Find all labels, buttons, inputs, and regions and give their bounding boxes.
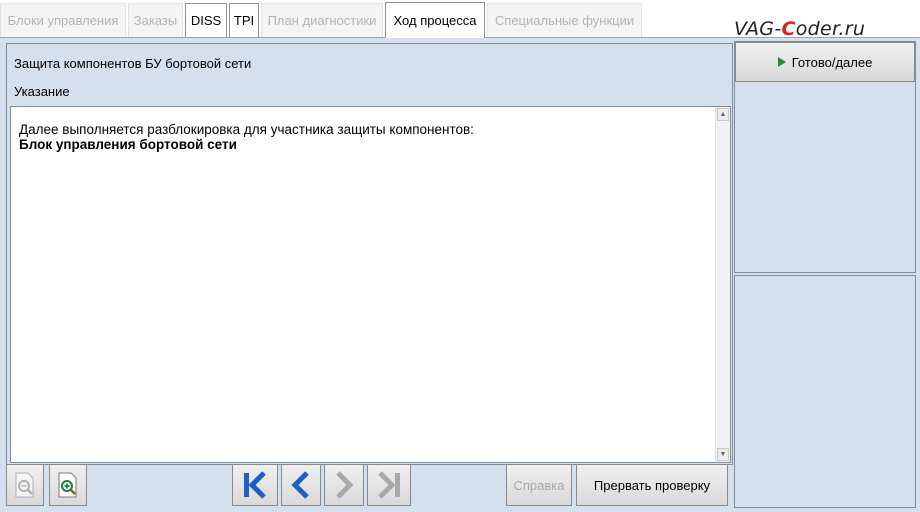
tab-orders[interactable]: Заказы [128,3,183,37]
abort-test-label: Прервать проверку [593,477,711,493]
done-next-label: Готово/далее [791,54,873,70]
zoom-out-button[interactable] [6,464,44,506]
message-text: Далее выполняется разблокировка для учас… [19,122,474,152]
skip-to-last-icon [374,470,404,500]
scroll-down-icon[interactable]: ▼ [717,448,729,461]
chevron-left-icon [288,470,314,500]
abort-test-button[interactable]: Прервать проверку [576,464,728,506]
tab-control-units[interactable]: Блоки управления [0,3,126,37]
tab-special-functions[interactable]: Специальные функции [487,3,642,37]
help-button[interactable]: Справка [506,464,572,506]
scroll-up-icon[interactable]: ▲ [717,108,729,121]
panel-title: Защита компонентов БУ бортовой сети [14,56,252,71]
zoom-out-icon [12,471,38,499]
message-area: Далее выполняется разблокировка для учас… [10,106,731,463]
tab-process[interactable]: Ход процесса [385,2,485,38]
first-step-button[interactable] [232,464,278,506]
tab-tpi[interactable]: TPI [229,3,259,37]
instruction-panel: Защита компонентов БУ бортовой сети Указ… [6,43,733,465]
tab-diss[interactable]: DISS [185,3,227,37]
zoom-in-button[interactable] [49,464,87,506]
secondary-panel [734,275,916,508]
panel-subtitle: Указание [14,84,70,99]
action-panel: Готово/далее [734,41,916,273]
chevron-right-icon [331,470,357,500]
message-component: Блок управления бортовой сети [19,137,237,152]
skip-to-first-icon [240,470,270,500]
next-step-button[interactable] [324,464,364,506]
main-frame: Защита компонентов БУ бортовой сети Указ… [0,38,920,512]
help-label: Справка [513,477,565,493]
tab-diagnostic-plan[interactable]: План диагностики [261,3,383,37]
message-line: Далее выполняется разблокировка для учас… [19,122,474,137]
play-icon [777,57,786,67]
done-next-button[interactable]: Готово/далее [735,42,915,82]
vertical-scrollbar[interactable]: ▲ ▼ [715,107,730,462]
last-step-button[interactable] [367,464,411,506]
previous-step-button[interactable] [281,464,321,506]
zoom-in-icon [55,471,81,499]
